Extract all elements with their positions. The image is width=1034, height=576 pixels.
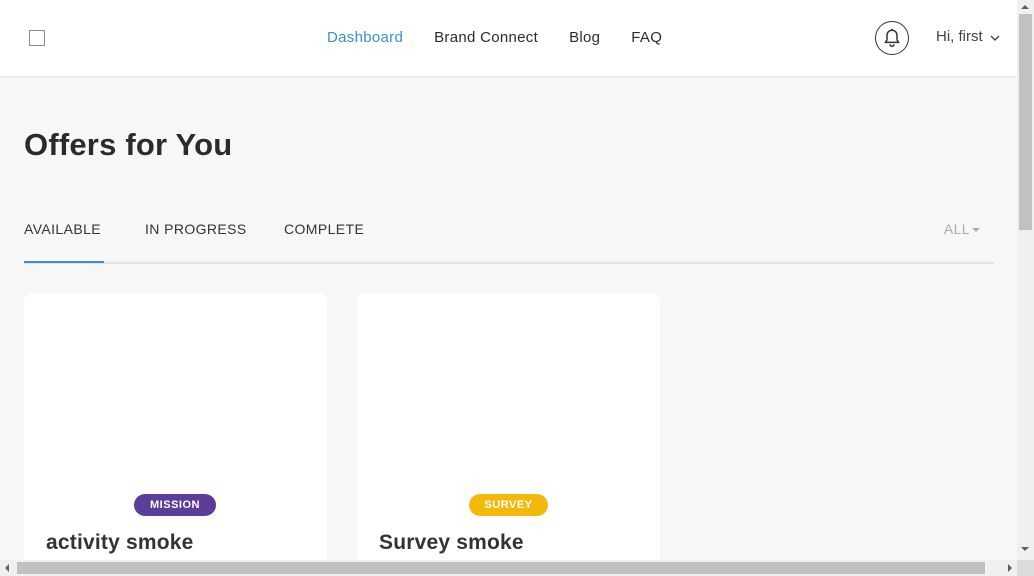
scroll-right-arrow-icon[interactable] [1008,564,1012,572]
mission-badge: MISSION [134,494,216,516]
scroll-down-arrow-icon[interactable] [1021,547,1029,551]
scroll-up-arrow-icon[interactable] [1021,5,1029,9]
tab-available[interactable]: AVAILABLE [24,220,105,263]
offer-card[interactable]: SURVEY Survey smoke [357,293,660,573]
caret-down-icon [972,228,980,232]
offer-tabs: AVAILABLE IN PROGRESS COMPLETE ALL [24,218,994,264]
nav-blog[interactable]: Blog [569,28,600,48]
bell-icon [884,28,900,48]
chevron-down-icon [990,35,1000,41]
user-menu[interactable]: Hi, first [936,28,1001,46]
page-title: Offers for You [24,127,233,162]
offer-card-title: Survey smoke [379,531,524,554]
top-header: Dashboard Brand Connect Blog FAQ Hi, fir… [0,0,1017,76]
notifications-button[interactable] [875,21,909,55]
horizontal-scroll-thumb[interactable] [17,562,985,574]
offer-card-title: activity smoke [46,531,194,554]
horizontal-scrollbar[interactable] [0,560,1034,576]
filter-label: ALL [943,221,970,237]
vertical-scroll-thumb[interactable] [1019,14,1032,230]
tab-complete[interactable]: COMPLETE [284,220,364,238]
nav-faq[interactable]: FAQ [631,28,662,48]
nav-brand-connect[interactable]: Brand Connect [434,28,538,48]
survey-badge: SURVEY [469,494,548,516]
filter-dropdown[interactable]: ALL [944,221,980,237]
scrollbar-corner [1017,560,1034,576]
offer-card[interactable]: MISSION activity smoke [24,293,327,573]
vertical-scrollbar[interactable] [1017,0,1034,560]
logo-placeholder[interactable] [29,30,45,46]
main-nav: Dashboard Brand Connect Blog FAQ [327,28,693,48]
nav-dashboard[interactable]: Dashboard [327,28,403,48]
scroll-left-arrow-icon[interactable] [5,564,9,572]
user-greeting: Hi, first [936,28,983,45]
tab-in-progress[interactable]: IN PROGRESS [145,220,247,238]
